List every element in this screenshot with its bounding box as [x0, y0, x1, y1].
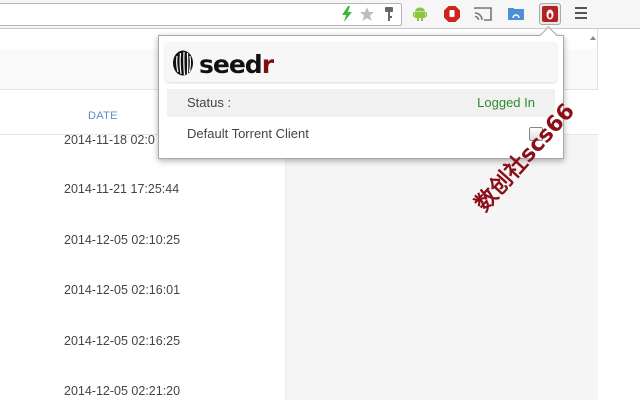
scrollbar[interactable] [597, 29, 640, 400]
hamburger-menu-icon[interactable] [575, 7, 587, 21]
seedr-logo-band: seedr [165, 42, 557, 82]
status-value: Logged In [477, 95, 535, 110]
seedr-popup: seedr Status : Logged In Default Torrent… [158, 26, 564, 159]
android-icon[interactable] [410, 4, 430, 24]
table-row-date: 2014-12-05 02:21:20 [64, 384, 181, 398]
date-header-label: DATE [88, 110, 118, 122]
key-icon[interactable] [379, 4, 399, 24]
table-row-date: 2014-12-05 02:16:25 [64, 334, 181, 348]
status-row: Status : Logged In [167, 89, 555, 117]
seedr-logo-text: seedr [199, 50, 274, 79]
table-row-date: 2014-12-05 02:10:25 [64, 233, 181, 247]
scroll-up-arrow-icon[interactable] [590, 36, 596, 40]
table-row-date: 2014-11-18 02:0 [64, 133, 155, 147]
seedr-icon [542, 6, 558, 22]
status-label: Status : [187, 95, 232, 110]
lightning-icon[interactable] [337, 4, 357, 24]
default-client-label: Default Torrent Client [187, 126, 309, 141]
table-row-date: 2014-11-21 17:25:44 [64, 182, 180, 196]
folder-icon[interactable] [506, 4, 526, 24]
cast-icon[interactable] [473, 4, 493, 24]
bookmark-star-icon[interactable] [357, 4, 377, 24]
browser-toolbar [0, 0, 640, 29]
seedr-extension-button[interactable] [539, 3, 561, 25]
seed-logo-icon [173, 50, 193, 76]
stop-hand-icon[interactable] [442, 4, 462, 24]
table-row-date: 2014-12-05 02:16:01 [64, 283, 181, 297]
